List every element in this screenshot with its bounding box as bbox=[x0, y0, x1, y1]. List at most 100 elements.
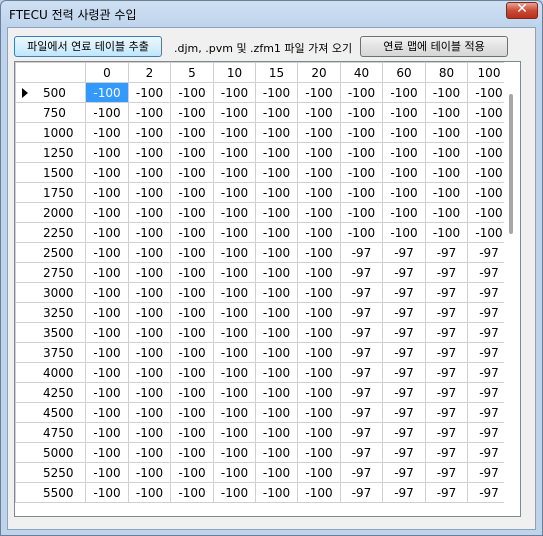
row-header[interactable]: 2500 bbox=[15, 242, 86, 263]
table-cell[interactable]: -100 bbox=[128, 342, 171, 363]
table-cell[interactable]: -97 bbox=[340, 382, 383, 403]
table-row[interactable]: 1750 -100 -100 -100 -100 -100 -100 -100 -100 -100… bbox=[15, 182, 511, 203]
table-cell[interactable]: -100 bbox=[85, 122, 129, 143]
table-cell[interactable]: -100 bbox=[255, 82, 298, 103]
table-cell[interactable]: -100 bbox=[85, 182, 129, 203]
table-cell[interactable]: -100 bbox=[213, 422, 256, 443]
table-cell[interactable]: -97 bbox=[425, 262, 468, 283]
table-row[interactable]: 2250 -100 -100 -100 -100 -100 -100 -100 -100 -100… bbox=[15, 222, 511, 243]
table-row[interactable]: 4500 -100 -100 -100 -100 -100 -100 -97 -97 -97 -97 bbox=[15, 402, 511, 423]
table-cell[interactable]: -97 bbox=[340, 262, 383, 283]
table-cell[interactable]: -97 bbox=[340, 442, 383, 463]
table-cell[interactable]: -100 bbox=[213, 102, 256, 123]
table-cell[interactable]: -100 bbox=[170, 262, 214, 283]
column-header[interactable]: 80 bbox=[425, 62, 468, 83]
table-cell[interactable]: -100 bbox=[255, 402, 298, 423]
table-cell[interactable]: -100 bbox=[85, 282, 129, 303]
table-row[interactable]: 3750 -100 -100 -100 -100 -100 -100 -97 -97 -97 -97 bbox=[15, 342, 511, 363]
table-row[interactable]: 750 -100 -100 -100 -100 -100 -100 -100 -100 -100-… bbox=[15, 102, 511, 123]
table-cell[interactable]: -100 bbox=[128, 202, 171, 223]
table-cell[interactable]: -100 bbox=[85, 302, 129, 323]
table-cell[interactable]: -97 bbox=[340, 322, 383, 343]
row-header[interactable]: 750 bbox=[15, 102, 86, 123]
table-cell[interactable]: -100 bbox=[297, 82, 341, 103]
table-cell[interactable]: -97 bbox=[382, 302, 426, 323]
table-cell[interactable]: -100 bbox=[128, 362, 171, 383]
table-cell[interactable]: -100 bbox=[297, 302, 341, 323]
table-cell[interactable]: -100 bbox=[170, 162, 214, 183]
column-header[interactable]: 15 bbox=[255, 62, 298, 83]
table-cell[interactable]: -100 bbox=[297, 162, 341, 183]
table-cell[interactable]: -100 bbox=[297, 322, 341, 343]
table-cell[interactable]: -100 bbox=[85, 402, 129, 423]
table-cell[interactable]: -100 bbox=[213, 162, 256, 183]
table-cell[interactable]: -100 bbox=[213, 482, 256, 503]
table-cell[interactable]: -100 bbox=[213, 302, 256, 323]
row-header[interactable]: 3500 bbox=[15, 322, 86, 343]
table-cell[interactable]: -100 bbox=[255, 182, 298, 203]
column-header[interactable]: 2 bbox=[128, 62, 171, 83]
table-cell[interactable]: -100 bbox=[213, 122, 256, 143]
table-cell[interactable]: -100 bbox=[297, 442, 341, 463]
table-cell[interactable]: -100 bbox=[255, 202, 298, 223]
table-cell[interactable]: -100 bbox=[255, 322, 298, 343]
table-cell[interactable]: -97 bbox=[382, 402, 426, 423]
close-button[interactable]: ✕ bbox=[506, 1, 538, 19]
table-cell[interactable]: -100 bbox=[85, 462, 129, 483]
table-cell[interactable]: -100 bbox=[297, 102, 341, 123]
table-cell[interactable]: -100 bbox=[297, 362, 341, 383]
row-header[interactable]: 4250 bbox=[15, 382, 86, 403]
table-cell[interactable]: -100 bbox=[425, 82, 468, 103]
table-cell[interactable]: -97 bbox=[425, 382, 468, 403]
table-cell[interactable]: -97 bbox=[425, 442, 468, 463]
table-cell[interactable]: -100 bbox=[128, 222, 171, 243]
table-cell[interactable]: -100 bbox=[170, 82, 214, 103]
table-cell[interactable]: -100 bbox=[85, 482, 129, 503]
table-cell[interactable]: -100 bbox=[255, 362, 298, 383]
table-cell[interactable]: -97 bbox=[382, 422, 426, 443]
table-cell[interactable]: -100 bbox=[297, 402, 341, 423]
table-cell[interactable]: -100 bbox=[255, 462, 298, 483]
table-cell[interactable]: -100 bbox=[425, 122, 468, 143]
table-cell[interactable]: -100 bbox=[340, 122, 383, 143]
table-cell[interactable]: -100 bbox=[128, 482, 171, 503]
table-cell[interactable]: -100 bbox=[425, 222, 468, 243]
table-cell[interactable]: -97 bbox=[340, 362, 383, 383]
table-cell[interactable]: -100 bbox=[382, 122, 426, 143]
table-cell[interactable]: -100 bbox=[128, 262, 171, 283]
table-cell[interactable]: -100 bbox=[128, 462, 171, 483]
table-cell[interactable]: -100 bbox=[170, 182, 214, 203]
table-cell[interactable]: -100 bbox=[297, 242, 341, 263]
table-cell[interactable]: -100 bbox=[170, 402, 214, 423]
table-cell[interactable]: -100 bbox=[213, 462, 256, 483]
table-cell[interactable]: -100 bbox=[340, 82, 383, 103]
table-cell[interactable]: -100 bbox=[170, 442, 214, 463]
table-cell[interactable]: -100 bbox=[382, 82, 426, 103]
table-cell[interactable]: -100 bbox=[170, 242, 214, 263]
table-cell[interactable]: -100 bbox=[170, 122, 214, 143]
table-cell[interactable]: -100 bbox=[85, 382, 129, 403]
table-cell[interactable]: -100 bbox=[170, 382, 214, 403]
table-cell[interactable]: -100 bbox=[128, 182, 171, 203]
table-row[interactable]: 4000 -100 -100 -100 -100 -100 -100 -97 -97 -97 -97 bbox=[15, 362, 511, 383]
table-row[interactable]: 5500 -100 -100 -100 -100 -100 -100 -97 -97 -97 -97 bbox=[15, 482, 511, 503]
table-cell[interactable]: -100 bbox=[425, 182, 468, 203]
table-cell[interactable]: -100 bbox=[170, 462, 214, 483]
table-cell[interactable]: -100 bbox=[213, 242, 256, 263]
table-cell[interactable]: -100 bbox=[213, 262, 256, 283]
table-cell[interactable]: -100 bbox=[170, 422, 214, 443]
table-cell[interactable]: -100 bbox=[128, 422, 171, 443]
table-cell[interactable]: -97 bbox=[425, 342, 468, 363]
table-row[interactable]: 3000 -100 -100 -100 -100 -100 -100 -97 -97 -97 -97 bbox=[15, 282, 511, 303]
table-cell[interactable]: -100 bbox=[128, 142, 171, 163]
table-cell[interactable]: -100 bbox=[213, 442, 256, 463]
column-header[interactable]: 5 bbox=[170, 62, 214, 83]
table-cell[interactable]: -97 bbox=[425, 482, 468, 503]
table-cell[interactable]: -100 bbox=[85, 362, 129, 383]
table-cell[interactable]: -100 bbox=[297, 422, 341, 443]
table-cell[interactable]: -97 bbox=[340, 342, 383, 363]
table-cell[interactable]: -97 bbox=[382, 262, 426, 283]
table-cell[interactable]: -100 bbox=[128, 82, 171, 103]
table-cell[interactable]: -97 bbox=[340, 402, 383, 423]
table-cell[interactable]: -100 bbox=[255, 242, 298, 263]
